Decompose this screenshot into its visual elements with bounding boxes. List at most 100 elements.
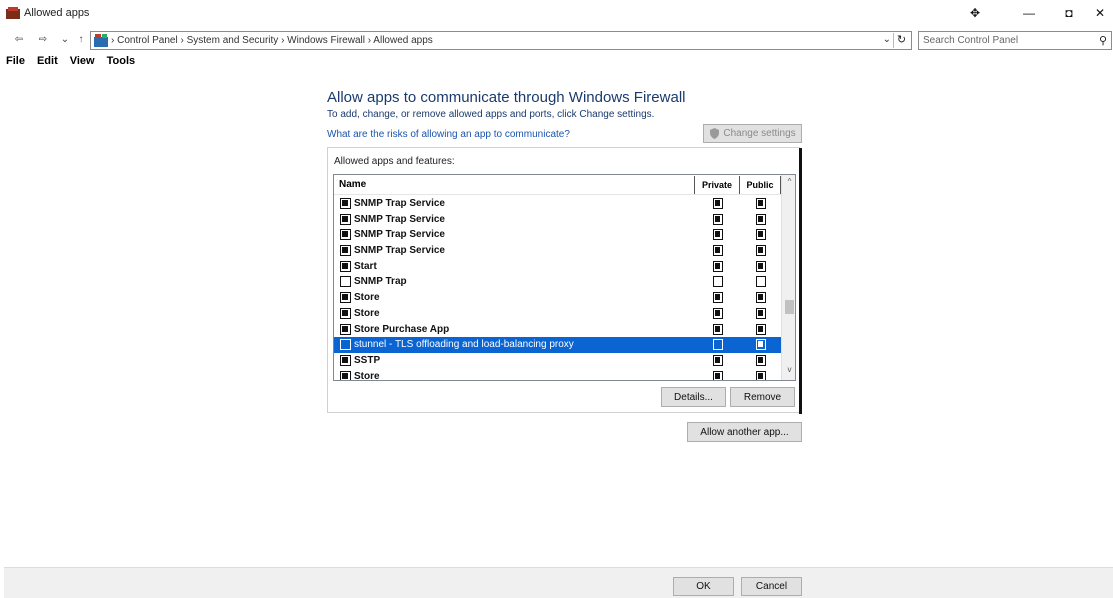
app-enabled-checkbox[interactable] [340,229,351,241]
allow-another-app-button[interactable]: Allow another app... [687,422,802,442]
app-enabled-checkbox[interactable] [340,260,351,272]
back-button[interactable]: ⇦ [12,33,26,47]
allowed-apps-list[interactable]: Name Private Public SNMP Trap Service SNM… [333,174,796,381]
public-checkbox[interactable] [756,354,766,366]
cancel-button[interactable]: Cancel [741,577,802,596]
app-row[interactable]: Store [334,290,781,306]
private-checkbox[interactable] [713,370,723,380]
app-enabled-checkbox[interactable] [340,213,351,225]
app-row[interactable]: stunnel - TLS offloading and load-balanc… [334,337,781,353]
public-checkbox[interactable] [756,323,766,335]
private-checkbox[interactable] [713,354,723,366]
footer-bar [4,567,1113,598]
pin-button[interactable]: ✥ [962,4,988,22]
app-name: Store [354,307,380,319]
scroll-down-button[interactable]: v [782,365,795,377]
chevron-down-icon[interactable]: ⌄ [883,34,891,45]
app-row[interactable]: Store [334,306,781,322]
public-checkbox[interactable] [756,198,766,209]
group-label: Allowed apps and features: [334,156,455,167]
private-checkbox[interactable] [713,245,723,257]
scroll-thumb[interactable] [785,300,794,314]
public-checkbox[interactable] [756,370,766,380]
public-checkbox[interactable] [756,213,766,225]
search-box[interactable]: ⚲ [918,31,1112,50]
app-enabled-checkbox[interactable] [340,370,351,380]
private-checkbox[interactable] [713,213,723,225]
address-bar[interactable]: › Control Panel › System and Security › … [90,31,912,50]
app-enabled-checkbox[interactable] [340,292,351,304]
column-header-name[interactable]: Name [339,179,366,190]
details-button[interactable]: Details... [661,387,726,407]
app-enabled-checkbox[interactable] [340,245,351,257]
recent-locations-button[interactable]: ⌄ [58,33,72,47]
up-button[interactable]: ↑ [74,33,88,47]
window-title: Allowed apps [24,7,90,19]
search-icon[interactable]: ⚲ [1099,34,1107,47]
remove-button[interactable]: Remove [730,387,795,407]
vertical-scrollbar[interactable]: ^ v [781,175,795,380]
app-enabled-checkbox[interactable] [340,339,351,351]
app-name: SNMP Trap [354,276,407,288]
maximize-button[interactable]: ◘ [1056,4,1082,22]
app-name: SNMP Trap Service [354,198,445,209]
column-header-public[interactable]: Public [740,176,781,194]
private-checkbox[interactable] [713,260,723,272]
app-name: Store [354,292,380,304]
app-enabled-checkbox[interactable] [340,307,351,319]
app-name: Store Purchase App [354,323,450,335]
list-header: Name Private Public [334,175,781,195]
page-subtitle: To add, change, or remove allowed apps a… [327,109,655,120]
app-name: SSTP [354,354,381,366]
app-enabled-checkbox[interactable] [340,276,351,288]
menu-edit[interactable]: Edit [31,54,64,70]
app-row[interactable]: SNMP Trap Service [334,243,781,259]
minimize-button[interactable]: — [1016,4,1042,22]
column-header-private[interactable]: Private [694,176,740,194]
public-checkbox[interactable] [756,245,766,257]
change-settings-button[interactable]: Change settings [703,124,802,143]
menu-tools[interactable]: Tools [101,54,142,70]
menu-bar: File Edit View Tools [0,54,141,70]
app-row[interactable]: SNMP Trap Service [334,196,781,212]
private-checkbox[interactable] [713,292,723,304]
public-checkbox[interactable] [756,339,766,351]
public-checkbox[interactable] [756,292,766,304]
public-checkbox[interactable] [756,229,766,241]
app-row[interactable]: SNMP Trap Service [334,227,781,243]
private-checkbox[interactable] [713,276,723,288]
app-row[interactable]: Start [334,259,781,275]
close-button[interactable]: ✕ [1087,4,1113,22]
forward-button[interactable]: ⇨ [36,33,50,47]
app-row[interactable]: Store [334,369,781,381]
breadcrumb[interactable]: › Control Panel › System and Security › … [111,35,433,46]
page-title: Allow apps to communicate through Window… [327,89,686,106]
private-checkbox[interactable] [713,307,723,319]
menu-view[interactable]: View [64,54,101,70]
app-name: Store [354,370,380,381]
firewall-app-icon [6,7,20,19]
scroll-up-button[interactable]: ^ [782,177,795,189]
public-checkbox[interactable] [756,307,766,319]
private-checkbox[interactable] [713,229,723,241]
public-checkbox[interactable] [756,276,766,288]
list-rows: SNMP Trap Service SNMP Trap Service SNMP T… [334,196,781,381]
app-name: SNMP Trap Service [354,213,445,225]
refresh-button[interactable]: ↻ [893,33,909,48]
app-enabled-checkbox[interactable] [340,323,351,335]
app-row[interactable]: SNMP Trap Service [334,212,781,228]
app-enabled-checkbox[interactable] [340,354,351,366]
app-row[interactable]: Store Purchase App [334,322,781,338]
private-checkbox[interactable] [713,323,723,335]
public-checkbox[interactable] [756,260,766,272]
private-checkbox[interactable] [713,198,723,209]
app-enabled-checkbox[interactable] [340,198,351,209]
menu-file[interactable]: File [0,54,31,70]
private-checkbox[interactable] [713,339,723,351]
app-name: SNMP Trap Service [354,229,445,241]
app-row[interactable]: SSTP [334,353,781,369]
search-input[interactable] [923,33,1083,48]
app-row[interactable]: SNMP Trap [334,274,781,290]
ok-button[interactable]: OK [673,577,734,596]
risks-link[interactable]: What are the risks of allowing an app to… [327,129,570,140]
